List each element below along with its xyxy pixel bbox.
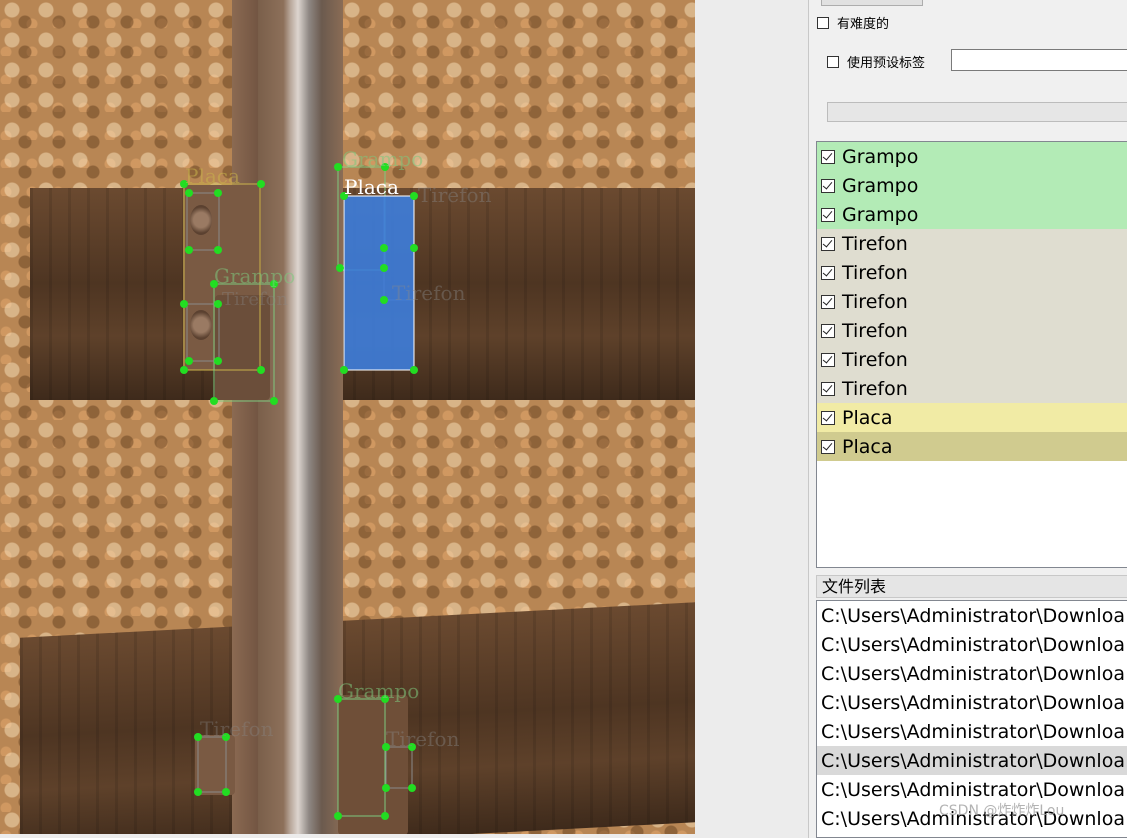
label-list-item-text: Placa (842, 435, 893, 458)
right-panel: 有难度的 使用预设标签 Grampo Grampo Grampo Tirefon Tir… (808, 0, 1127, 838)
label-visible-checkbox[interactable] (821, 294, 835, 309)
label-visible-checkbox[interactable] (821, 149, 835, 164)
tirefon-box-4[interactable] (197, 736, 227, 793)
label-visible-checkbox[interactable] (821, 410, 835, 425)
label-visible-checkbox[interactable] (821, 236, 835, 251)
edit-label-button[interactable] (821, 0, 923, 6)
box-label-tirefon-bottom: Tirefon (200, 717, 274, 741)
difficult-checkbox-row[interactable]: 有难度的 (817, 13, 889, 32)
file-list-item[interactable]: C:\Users\Administrator\Downloa (817, 601, 1127, 630)
difficult-checkbox[interactable] (817, 16, 829, 29)
box-label-tirefon-bottom-right: Tirefon (386, 727, 460, 751)
tirefon-box-1[interactable] (186, 192, 220, 251)
annotation-layer[interactable]: Placa Grampo Tirefon Grampo Tirefon Plac… (0, 0, 697, 838)
label-visible-checkbox[interactable] (821, 207, 835, 222)
use-preset-checkbox-row[interactable]: 使用预设标签 (827, 52, 925, 71)
box-label-grampo-bottom: Grampo (338, 679, 419, 703)
label-list-item-text: Grampo (842, 203, 919, 226)
file-list-item[interactable]: C:\Users\Administrator\Downloa (817, 717, 1127, 746)
use-preset-label: 使用预设标签 (847, 56, 926, 71)
label-list-item[interactable]: Tirefon (817, 316, 1127, 345)
file-list-title: 文件列表 (816, 575, 1127, 598)
label-visible-checkbox[interactable] (821, 178, 835, 193)
label-list-item-text: Tirefon (842, 261, 908, 284)
label-list-item[interactable]: Tirefon (817, 374, 1127, 403)
file-list-item[interactable]: C:\Users\Administrator\Downloa (817, 746, 1127, 775)
box-label-tirefon-right: Tirefon (392, 281, 466, 305)
file-list-item[interactable]: C:\Users\Administrator\Downloa (817, 630, 1127, 659)
label-list-item[interactable]: Grampo (817, 142, 1127, 171)
box-label-grampo-right: Grampo (342, 147, 423, 171)
label-list-item[interactable]: Tirefon (817, 287, 1127, 316)
label-visible-checkbox[interactable] (821, 352, 835, 367)
progress-bar (827, 102, 1127, 122)
image-canvas[interactable]: Placa Grampo Tirefon Grampo Tirefon Plac… (0, 0, 697, 838)
box-label-grampo-left: Grampo (214, 264, 295, 288)
label-list-item-text: Tirefon (842, 319, 908, 342)
grampo-box-bottom[interactable] (337, 698, 386, 817)
label-visible-checkbox[interactable] (821, 381, 835, 396)
label-visible-checkbox[interactable] (821, 323, 835, 338)
box-label-placa-left: Placa (185, 164, 240, 188)
label-list[interactable]: Grampo Grampo Grampo Tirefon Tirefon Tirefon T… (816, 141, 1127, 568)
label-visible-checkbox[interactable] (821, 265, 835, 280)
label-list-item-text: Tirefon (842, 232, 908, 255)
file-list-item[interactable]: C:\Users\Administrator\Downloa (817, 659, 1127, 688)
label-list-item[interactable]: Placa (817, 403, 1127, 432)
label-list-item-text: Placa (842, 406, 893, 429)
label-list-item[interactable]: Grampo (817, 200, 1127, 229)
use-preset-checkbox[interactable] (827, 55, 839, 68)
label-list-item-text: Tirefon (842, 290, 908, 313)
label-visible-checkbox[interactable] (821, 439, 835, 454)
box-label-tirefon-right-top: Tirefon (418, 183, 492, 207)
box-label-tirefon-left: Tirefon (222, 289, 289, 310)
label-list-item[interactable]: Tirefon (817, 345, 1127, 374)
file-list-item[interactable]: C:\Users\Administrator\Downloa (817, 688, 1127, 717)
label-list-item-text: Tirefon (842, 348, 908, 371)
label-list-item[interactable]: Tirefon (817, 258, 1127, 287)
label-list-item-text: Tirefon (842, 377, 908, 400)
preset-label-input[interactable] (951, 49, 1127, 71)
label-list-item[interactable]: Placa (817, 432, 1127, 461)
label-list-item[interactable]: Grampo (817, 171, 1127, 200)
label-list-item[interactable]: Tirefon (817, 229, 1127, 258)
difficult-label: 有难度的 (837, 17, 890, 32)
watermark: CSDN @炸炸炸Lou (939, 803, 1065, 819)
label-list-item-text: Grampo (842, 145, 919, 168)
tirefon-box-5[interactable] (385, 746, 413, 789)
box-label-placa-selected: Placa (344, 175, 399, 199)
label-list-item-text: Grampo (842, 174, 919, 197)
